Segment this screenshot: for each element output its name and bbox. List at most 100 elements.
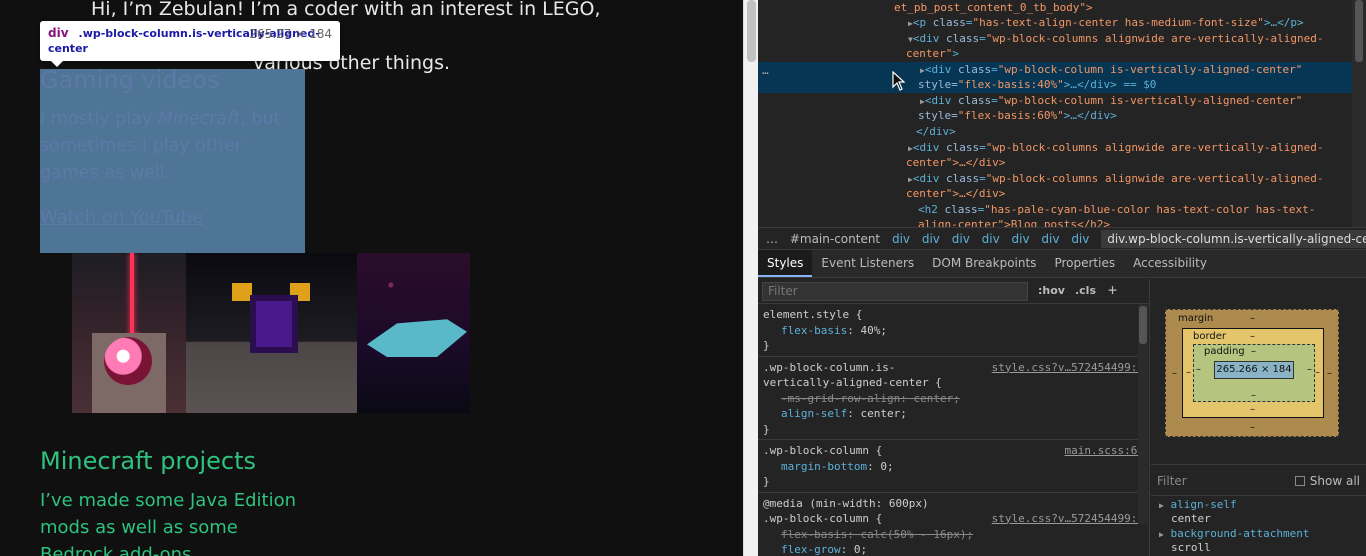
dom-node-columns-3-cont: center">…</div>	[906, 187, 1006, 200]
show-all-label[interactable]: Show all	[1310, 474, 1360, 488]
styles-scrollbar-thumb[interactable]	[1139, 306, 1147, 344]
border-top-value[interactable]: –	[1250, 331, 1255, 342]
gaming-videos-title: Gaming videos	[40, 66, 220, 94]
devtools-subtabs: Styles Event Listeners DOM Breakpoints P…	[758, 250, 1366, 278]
styles-scrollbar[interactable]	[1138, 304, 1148, 524]
breadcrumb-more[interactable]: …	[766, 232, 778, 246]
box-model-content[interactable]: 265.266 × 184	[1214, 361, 1294, 379]
page-scrollbar[interactable]	[743, 0, 758, 556]
thumbnail-spaceship	[357, 253, 470, 413]
hov-toggle-button[interactable]: :hov	[1038, 283, 1065, 299]
rule-source-link[interactable]: style.css?v…572454499:1	[992, 360, 1144, 376]
margin-label: margin	[1178, 313, 1214, 324]
dom-node-col1-cont: style="flex-basis:40%">…</div> == $0	[918, 78, 1157, 91]
new-rule-button[interactable]: +	[1108, 283, 1117, 299]
rule-media-query: @media (min-width: 600px)	[763, 496, 929, 510]
styles-filter-input[interactable]	[762, 281, 1028, 301]
border-bottom-value[interactable]: –	[1250, 404, 1255, 415]
dom-node-columns[interactable]: ▼<div class="wp-block-columns alignwide …	[908, 31, 1323, 48]
rule-selector[interactable]: element.style {	[763, 307, 1144, 323]
breadcrumb-main-content[interactable]: #main-content	[790, 232, 880, 246]
tab-properties[interactable]: Properties	[1045, 250, 1124, 277]
box-model-border[interactable]: border – – – – padding – – – – 265.266 ×…	[1182, 328, 1324, 418]
nether-portal	[250, 295, 298, 353]
gaming-videos-text: I mostly play Minecraft, but sometimes I…	[40, 106, 300, 187]
elements-tree: et_pb_post_content_0_tb_body"> ▶<p class…	[758, 0, 1352, 231]
rule-declaration-overridden[interactable]: flex-basis: calc(50% - 16px);	[763, 527, 1144, 543]
padding-top-value[interactable]: –	[1251, 346, 1256, 357]
cls-toggle-button[interactable]: .cls	[1075, 283, 1096, 299]
box-model-margin[interactable]: margin – – – – border – – – – padding – …	[1165, 309, 1339, 437]
tab-styles[interactable]: Styles	[758, 250, 813, 277]
breadcrumb-div[interactable]: div	[982, 232, 1000, 246]
rule-close: }	[763, 339, 770, 352]
padding-right-value[interactable]: –	[1307, 364, 1312, 375]
page-scrollbar-thumb[interactable]	[747, 0, 756, 62]
watch-on-youtube-link[interactable]: Watch on YouTube	[40, 207, 203, 228]
breadcrumb-div[interactable]: div	[1071, 232, 1089, 246]
breadcrumb-div[interactable]: div	[952, 232, 970, 246]
gaming-thumbnails	[72, 253, 470, 413]
tab-dom-breakpoints[interactable]: DOM Breakpoints	[923, 250, 1045, 277]
dom-node-p[interactable]: ▶<p class="has-text-align-center has-med…	[908, 15, 1304, 32]
style-rule-block-column: .wp-block-column { main.scss:66 margin-b…	[758, 440, 1149, 493]
dom-node-col2-cont: style="flex-basis:60%">…</div>	[918, 109, 1117, 122]
box-model-padding[interactable]: padding – – – – 265.266 × 184	[1193, 344, 1315, 402]
dom-line-0: et_pb_post_content_0_tb_body">	[894, 1, 1093, 14]
dom-node-h2[interactable]: <h2 class="has-pale-cyan-blue-color has-…	[918, 202, 1315, 218]
minecraft-projects-title: Minecraft projects	[40, 447, 256, 475]
style-rule-media: @media (min-width: 600px) .wp-block-colu…	[758, 493, 1149, 556]
border-right-value[interactable]: –	[1315, 367, 1320, 378]
rule-selector-cont[interactable]: vertically-aligned-center {	[763, 375, 1144, 391]
rule-close: }	[763, 475, 770, 488]
rule-declaration[interactable]: flex-grow: 0;	[763, 542, 1144, 556]
margin-bottom-value[interactable]: –	[1250, 422, 1255, 433]
devtools-panel: et_pb_post_content_0_tb_body"> ▶<p class…	[758, 0, 1366, 556]
gold-block-left	[232, 283, 252, 301]
breadcrumb-div[interactable]: div	[1012, 232, 1030, 246]
tab-event-listeners[interactable]: Event Listeners	[812, 250, 923, 277]
computed-filter-input[interactable]: Filter	[1157, 474, 1295, 488]
breadcrumb-selected[interactable]: div.wp-block-column.is-vertically-aligne…	[1101, 230, 1366, 248]
thumbnail-nether-portal	[186, 253, 357, 413]
rule-source-link[interactable]: main.scss:66	[1065, 443, 1144, 459]
styles-filter-bar: :hov .cls +	[758, 279, 1149, 304]
computed-property[interactable]: ▶ align-self center	[1151, 496, 1366, 525]
dom-node-close: </div>	[916, 125, 956, 138]
thumbnail-portal-orb	[72, 253, 186, 413]
padding-left-value[interactable]: –	[1196, 364, 1201, 375]
pink-orb	[104, 337, 152, 385]
padding-bottom-value[interactable]: –	[1251, 390, 1256, 401]
show-all-checkbox[interactable]	[1294, 475, 1305, 486]
tooltip-tag: div	[48, 26, 69, 40]
rule-close: }	[763, 422, 770, 436]
more-options-icon[interactable]: …	[762, 63, 769, 79]
element-inspect-tooltip: div .wp-block-column.is-vertically-aligne…	[40, 21, 340, 67]
dom-node-columns-cont: center">	[906, 47, 959, 60]
breadcrumb-div[interactable]: div	[892, 232, 910, 246]
margin-right-value[interactable]: –	[1327, 368, 1332, 379]
style-rule-element: element.style { flex-basis: 40%; }	[758, 304, 1149, 357]
rule-declaration[interactable]: align-self: center;	[763, 406, 1144, 422]
computed-pane: Filter Show all ▶ align-self center ▶ bac…	[1151, 466, 1366, 556]
computed-property[interactable]: ▶ background-attachment scroll	[1151, 525, 1366, 554]
styles-pane: :hov .cls + element.style { flex-basis: …	[758, 279, 1150, 556]
breadcrumb-div[interactable]: div	[1041, 232, 1059, 246]
padding-label: padding	[1204, 346, 1245, 357]
elements-scrollbar-thumb[interactable]	[1355, 0, 1363, 62]
rule-declaration[interactable]: flex-basis: 40%;	[763, 323, 1144, 339]
rule-declaration[interactable]: margin-bottom: 0;	[763, 459, 1144, 475]
tab-accessibility[interactable]: Accessibility	[1124, 250, 1216, 277]
spaceship	[367, 319, 467, 357]
dom-node-columns-2-cont: center">…</div>	[906, 156, 1006, 169]
rule-source-link[interactable]: style.css?v…572454499:1	[992, 511, 1144, 527]
mouse-cursor-icon	[892, 71, 905, 91]
margin-top-value[interactable]: –	[1250, 313, 1255, 324]
border-left-value[interactable]: –	[1186, 367, 1191, 378]
gaming-text-italic: Minecraft	[157, 109, 241, 129]
margin-left-value[interactable]: –	[1172, 368, 1177, 379]
tooltip-arrow	[50, 60, 64, 67]
breadcrumb-div[interactable]: div	[922, 232, 940, 246]
rule-declaration-overridden[interactable]: -ms-grid-row-align: center;	[763, 391, 1144, 407]
elements-scrollbar[interactable]	[1352, 0, 1366, 231]
